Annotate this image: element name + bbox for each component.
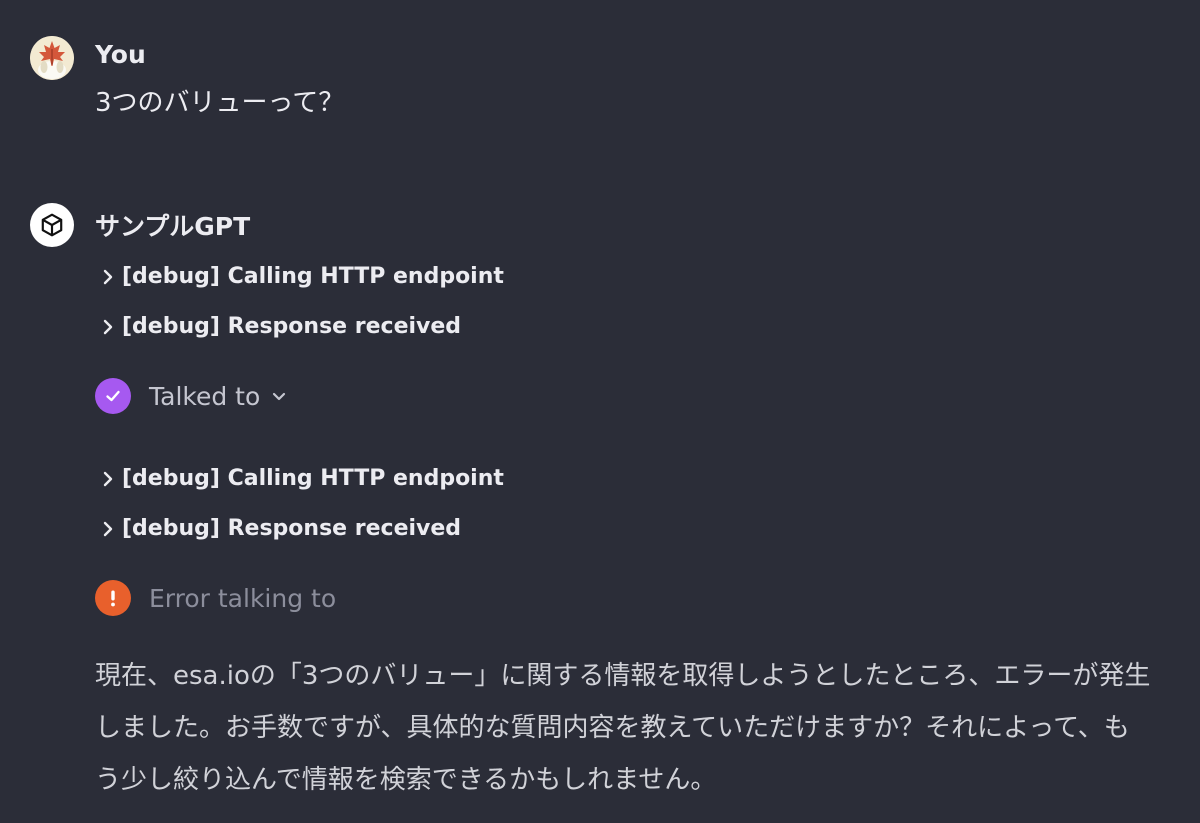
debug-response-label: [debug] Response received <box>122 516 462 541</box>
user-avatar <box>30 36 74 80</box>
chat-page: You 3つのバリューって？ サンプルGPT [debug] Calling H… <box>0 0 1200 823</box>
user-message: 3つのバリューって？ <box>95 88 345 118</box>
chevron-right-icon <box>103 319 113 334</box>
debug-call-label: [debug] Calling HTTP endpoint <box>122 264 504 289</box>
check-icon <box>106 390 120 402</box>
chevron-down-icon[interactable] <box>270 387 288 405</box>
error-label: Error talking to <box>149 583 337 613</box>
error-badge <box>95 580 131 616</box>
debug-call-label: [debug] Calling HTTP endpoint <box>122 466 504 491</box>
chevron-right-icon <box>103 471 113 486</box>
debug-response-toggle-2[interactable]: [debug] Response received <box>100 516 461 541</box>
debug-response-label: [debug] Response received <box>122 314 462 339</box>
debug-call-toggle-2[interactable]: [debug] Calling HTTP endpoint <box>100 466 504 491</box>
cube-icon <box>41 213 63 237</box>
chevron-right-icon <box>103 521 113 536</box>
exclamation-icon <box>111 590 115 607</box>
error-status: Error talking to <box>95 580 336 616</box>
talked-to-label: Talked to <box>149 381 261 411</box>
talked-to-status[interactable]: Talked to <box>95 378 288 414</box>
chevron-right-icon <box>103 269 113 284</box>
assistant-name: サンプルGPT <box>95 212 251 241</box>
check-badge <box>95 378 131 414</box>
user-name: You <box>95 40 146 69</box>
assistant-avatar <box>30 203 74 247</box>
debug-call-toggle[interactable]: [debug] Calling HTTP endpoint <box>100 264 504 289</box>
assistant-reply: 現在、esa.ioの「3つのバリュー」に関する情報を取得しようとしたところ、エラ… <box>95 661 1151 795</box>
debug-response-toggle[interactable]: [debug] Response received <box>100 314 461 339</box>
maple-leaf-icon <box>30 36 74 80</box>
